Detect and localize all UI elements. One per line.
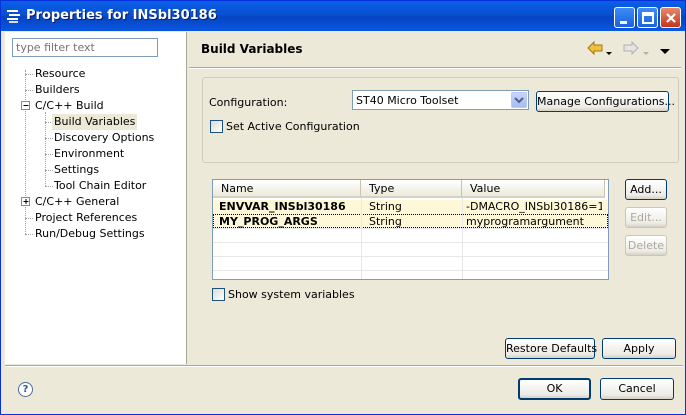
properties-dialog: Properties for INSbl30186 Resource Build… — [0, 0, 686, 415]
maximize-button[interactable] — [637, 7, 658, 28]
back-history-dropdown-icon[interactable] — [606, 46, 612, 59]
table-cell-type: String — [369, 215, 402, 228]
page-title: Build Variables — [201, 42, 303, 56]
forward-history-dropdown-icon — [643, 46, 649, 59]
tree-line — [25, 234, 33, 235]
help-icon[interactable]: ? — [18, 382, 33, 397]
apply-button[interactable]: Apply — [602, 338, 676, 359]
table-row[interactable]: MY_PROG_ARGS String myprogramargument — [213, 214, 608, 228]
set-active-configuration-label: Set Active Configuration — [226, 120, 360, 133]
build-variables-table[interactable]: Name Type Value ENVVAR_INSbl30186 String… — [212, 179, 609, 280]
tree-item-builders[interactable]: Builders — [33, 82, 82, 98]
minimize-button[interactable] — [614, 7, 635, 28]
tree-line — [25, 90, 33, 91]
tree-item-build-variables[interactable]: Build Variables — [52, 114, 138, 130]
restore-defaults-button[interactable]: Restore Defaults — [505, 338, 597, 359]
ok-button[interactable]: OK — [518, 378, 591, 400]
table-cell-value: myprogramargument — [466, 215, 584, 228]
window-title: Properties for INSbl30186 — [26, 8, 217, 23]
filter-input[interactable] — [12, 38, 158, 57]
tree-line — [45, 112, 46, 186]
tree-item-cpp-build[interactable]: C/C++ Build — [33, 98, 106, 114]
chevron-down-icon[interactable] — [511, 92, 527, 108]
table-cell-name: MY_PROG_ARGS — [219, 215, 318, 228]
edit-button[interactable]: Edit... — [625, 207, 667, 228]
configuration-combo[interactable]: ST40 Micro Toolset — [352, 90, 529, 110]
expand-icon[interactable] — [21, 197, 30, 206]
title-bar[interactable]: Properties for INSbl30186 — [1, 1, 685, 31]
table-cell-value: -DMACRO_INSbl30186=1 — [466, 200, 602, 213]
add-button[interactable]: Add... — [625, 179, 667, 200]
close-button[interactable] — [660, 7, 681, 28]
tree-line — [25, 70, 26, 234]
tree-item-resource[interactable]: Resource — [33, 66, 87, 82]
delete-button[interactable]: Delete — [625, 235, 667, 256]
tree-line — [25, 218, 33, 219]
grid-line — [361, 198, 362, 279]
tree-item-environment[interactable]: Environment — [52, 146, 126, 162]
tree-line — [25, 74, 33, 75]
table-cell-type: String — [369, 200, 402, 213]
view-menu-icon[interactable] — [660, 45, 670, 58]
show-system-variables-checkbox[interactable] — [212, 288, 225, 301]
tree-item-settings[interactable]: Settings — [52, 162, 101, 178]
column-header-name[interactable]: Name — [213, 180, 361, 198]
grid-line — [462, 198, 463, 279]
footer-separator — [5, 365, 683, 367]
table-cell-name: ENVVAR_INSbl30186 — [219, 200, 346, 213]
header-separator — [189, 67, 681, 69]
cancel-button[interactable]: Cancel — [600, 378, 674, 400]
manage-configurations-button[interactable]: Manage Configurations... — [536, 91, 675, 112]
column-header-type[interactable]: Type — [361, 180, 462, 198]
grid-line — [213, 228, 608, 229]
column-header-value[interactable]: Value — [462, 180, 605, 198]
set-active-configuration-checkbox[interactable] — [210, 120, 223, 133]
grid-line — [213, 270, 608, 271]
configuration-value: ST40 Micro Toolset — [356, 94, 459, 107]
collapse-icon[interactable] — [21, 101, 30, 110]
back-arrow-icon[interactable] — [587, 40, 603, 58]
table-row[interactable]: ENVVAR_INSbl30186 String -DMACRO_INSbl30… — [213, 200, 608, 214]
tree-item-cpp-general[interactable]: C/C++ General — [33, 194, 121, 210]
grid-line — [213, 242, 608, 243]
forward-arrow-icon[interactable] — [623, 40, 639, 58]
show-system-variables-label: Show system variables — [228, 288, 355, 301]
grid-line — [213, 256, 608, 257]
tree-item-project-references[interactable]: Project References — [33, 210, 139, 226]
eclipse-properties-icon — [6, 8, 22, 24]
tree-item-discovery-options[interactable]: Discovery Options — [52, 130, 156, 146]
tree-item-tool-chain-editor[interactable]: Tool Chain Editor — [52, 178, 148, 194]
configuration-label: Configuration: — [209, 96, 288, 109]
tree-item-run-debug-settings[interactable]: Run/Debug Settings — [33, 226, 147, 242]
property-tree-pane: Resource Builders C/C++ Build Build Vari… — [5, 32, 187, 364]
